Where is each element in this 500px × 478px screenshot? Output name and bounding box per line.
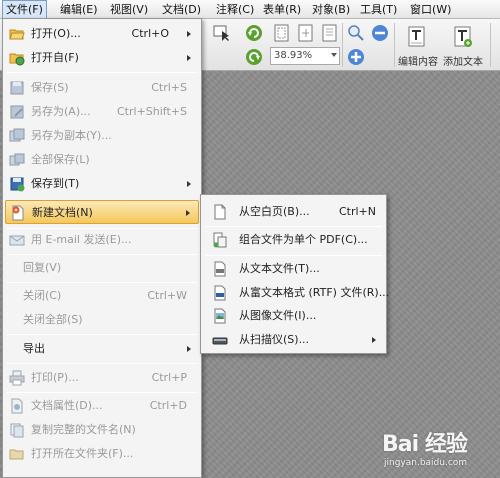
- email-icon: [9, 232, 25, 248]
- menu-item-save-to[interactable]: 保存到(T): [5, 172, 199, 196]
- menu-item-open-from[interactable]: 打开自(F): [5, 46, 199, 70]
- actual-size-icon[interactable]: [320, 23, 340, 43]
- toolbar-separator: [490, 23, 491, 67]
- menu-item-save-as[interactable]: 另存为(A)... Ctrl+Shift+S: [5, 100, 199, 124]
- edit-content-label[interactable]: 编辑内容: [398, 53, 438, 68]
- submenu-item-from-image[interactable]: 从图像文件(I)...: [204, 305, 384, 327]
- image-file-icon: [212, 308, 228, 324]
- chevron-right-icon: [372, 337, 376, 343]
- menu-separator: [7, 392, 197, 393]
- watermark-brand: Bai 经验: [382, 432, 468, 457]
- folder-globe-icon: [9, 50, 25, 66]
- chevron-right-icon: [187, 31, 191, 37]
- combine-files-icon: [212, 232, 228, 248]
- submenu-item-combine-files[interactable]: 组合文件为单个 PDF(C)...: [204, 229, 384, 251]
- save-to-icon: [9, 176, 25, 192]
- rtf-file-icon: [212, 285, 228, 301]
- menu-item-open[interactable]: 打开(O)... Ctrl+O: [5, 22, 199, 46]
- menu-bar: 文件(F) 编辑(E) 视图(V) 文档(D) 注释(C) 表单(R) 对象(B…: [0, 0, 500, 19]
- menu-separator: [7, 282, 197, 283]
- menu-view[interactable]: 视图(V): [110, 0, 148, 19]
- menu-item-save[interactable]: 保存(S) Ctrl+S: [5, 76, 199, 100]
- menu-comment[interactable]: 注释(C): [216, 0, 254, 19]
- menu-separator: [7, 334, 197, 335]
- menu-separator: [7, 363, 197, 364]
- menu-item-export[interactable]: 导出: [5, 337, 199, 361]
- menu-separator: [7, 254, 197, 255]
- menu-item-new-document[interactable]: 新建文档(N): [5, 200, 199, 224]
- menu-separator: [206, 255, 382, 256]
- zoom-select[interactable]: 38.93%: [270, 47, 340, 65]
- add-text-label[interactable]: 添加文本: [443, 53, 483, 68]
- menu-item-open-folder[interactable]: 打开所在文件夹(F)...: [5, 442, 199, 466]
- fit-visible-icon[interactable]: [296, 23, 316, 43]
- zoom-value: 38.93%: [274, 50, 313, 61]
- scanner-icon: [212, 332, 228, 348]
- menu-item-document-properties[interactable]: 文档属性(D)... Ctrl+D: [5, 394, 199, 418]
- save-icon: [9, 80, 25, 96]
- save-all-icon: [9, 152, 25, 168]
- submenu-item-from-rtf[interactable]: 从富文本格式 (RTF) 文件(R)...: [204, 282, 389, 304]
- select-tool-icon[interactable]: [212, 23, 232, 43]
- menu-form[interactable]: 表单(R): [263, 0, 301, 19]
- document-properties-icon: [9, 398, 25, 414]
- menu-window[interactable]: 窗口(W): [410, 0, 451, 19]
- add-text-icon[interactable]: [452, 25, 474, 49]
- chevron-right-icon: [186, 210, 190, 216]
- menu-item-save-copy[interactable]: 另存为副本(Y)...: [5, 124, 199, 148]
- menu-item-print[interactable]: 打印(P)... Ctrl+P: [5, 366, 199, 390]
- file-menu: 打开(O)... Ctrl+O 打开自(F) 保存(S) Ctrl+S 另存为(…: [2, 18, 202, 478]
- chevron-right-icon: [187, 55, 191, 61]
- menu-item-close[interactable]: 关闭(C) Ctrl+W: [5, 284, 199, 308]
- rotate-right-icon[interactable]: [244, 23, 264, 43]
- folder-icon: [9, 446, 25, 462]
- save-as-icon: [9, 104, 25, 120]
- edit-content-icon[interactable]: [406, 25, 428, 49]
- menu-file[interactable]: 文件(F): [2, 0, 47, 19]
- menu-item-revert[interactable]: 回复(V): [5, 256, 199, 280]
- toolbar-separator: [342, 23, 343, 67]
- zoom-in-icon[interactable]: [346, 47, 366, 67]
- submenu-item-blank-page[interactable]: 从空白页(B)... Ctrl+N: [204, 201, 384, 223]
- baidu-watermark: Bai 经验 jingyan.baidu.com: [380, 418, 498, 476]
- menu-object[interactable]: 对象(B): [312, 0, 350, 19]
- text-file-icon: [212, 261, 228, 277]
- menu-edit[interactable]: 编辑(E): [60, 0, 98, 19]
- chevron-down-icon: [331, 53, 337, 57]
- menu-item-send-email[interactable]: 用 E-mail 发送(E)...: [5, 228, 199, 252]
- menu-item-save-all[interactable]: 全部保存(L): [5, 148, 199, 172]
- blank-page-icon: [212, 204, 228, 220]
- new-document-submenu: 从空白页(B)... Ctrl+N 组合文件为单个 PDF(C)... 从文本文…: [200, 194, 389, 354]
- submenu-item-from-text[interactable]: 从文本文件(T)...: [204, 258, 384, 280]
- watermark-url: jingyan.baidu.com: [384, 458, 468, 468]
- fit-page-icon[interactable]: [272, 23, 292, 43]
- menu-separator: [7, 72, 197, 73]
- chevron-right-icon: [187, 181, 191, 187]
- menu-item-close-all[interactable]: 关闭全部(S): [5, 308, 199, 332]
- menu-separator: [206, 226, 382, 227]
- toolbar-separator: [394, 23, 395, 67]
- zoom-out-icon[interactable]: [370, 23, 390, 43]
- menu-document[interactable]: 文档(D): [162, 0, 201, 19]
- menu-tools[interactable]: 工具(T): [360, 0, 397, 19]
- submenu-item-from-scanner[interactable]: 从扫描仪(S)...: [204, 329, 384, 351]
- printer-icon: [9, 370, 25, 386]
- new-document-icon: [10, 205, 26, 221]
- menu-item-copy-filename[interactable]: 复制完整的文件名(N): [5, 418, 199, 442]
- save-copy-icon: [9, 128, 25, 144]
- folder-open-icon: [9, 26, 25, 42]
- chevron-right-icon: [187, 346, 191, 352]
- zoom-tool-icon[interactable]: [346, 23, 366, 43]
- copy-filename-icon: [9, 422, 25, 438]
- rotate-left-icon[interactable]: [244, 47, 264, 67]
